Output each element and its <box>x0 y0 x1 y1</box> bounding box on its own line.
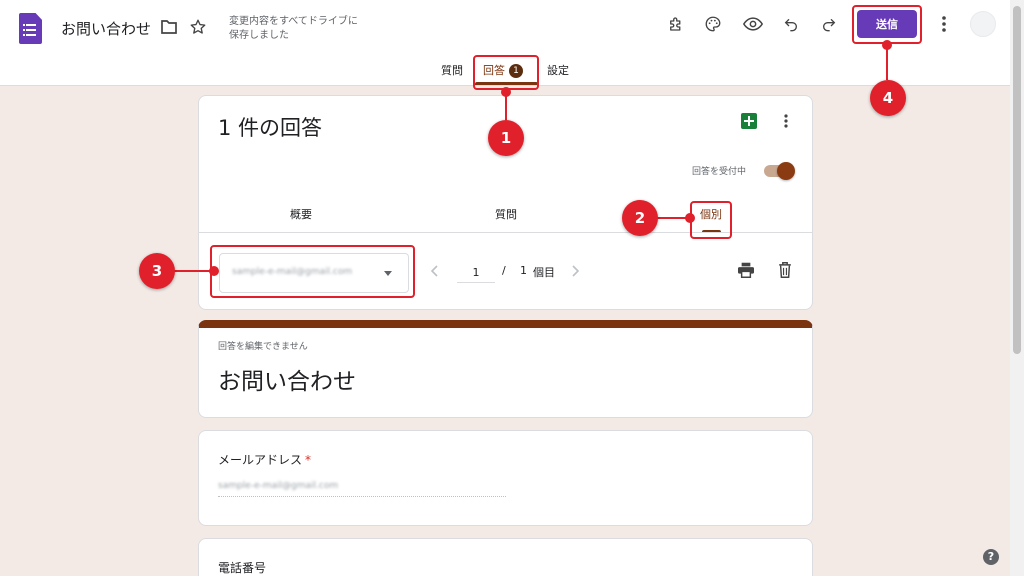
email-answer-blurred: sample-e-mail@gmail.com <box>218 481 339 491</box>
prev-response-chevron-icon[interactable] <box>431 265 439 277</box>
sheets-link-icon[interactable] <box>741 113 757 129</box>
addon-puzzle-icon[interactable] <box>667 15 685 33</box>
annotation-dot-1 <box>501 87 511 97</box>
form-header-card: 回答を編集できません お問い合わせ <box>198 320 813 418</box>
palette-icon[interactable] <box>704 15 722 33</box>
question-label: 電話番号 <box>218 561 267 575</box>
folder-icon[interactable] <box>160 19 178 35</box>
more-vert-icon[interactable] <box>936 15 952 33</box>
pager-total: 1 <box>520 264 527 277</box>
annotation-marker-3: 3 <box>139 253 175 289</box>
form-title: お問い合わせ <box>218 369 356 395</box>
forms-logo-icon[interactable] <box>19 13 42 44</box>
response-count-title: 1 件の回答 <box>218 116 323 140</box>
scrollbar-thumb[interactable] <box>1013 6 1021 354</box>
summary-more-vert-icon[interactable] <box>781 113 791 129</box>
pager-separator: / <box>502 264 506 277</box>
subtab-summary[interactable]: 概要 <box>290 206 312 222</box>
response-page-input[interactable] <box>457 263 495 283</box>
required-mark: * <box>305 453 312 467</box>
question-label: メールアドレス * <box>218 453 312 467</box>
undo-icon[interactable] <box>783 16 799 32</box>
annotation-marker-2: 2 <box>622 200 658 236</box>
annotation-line-3 <box>174 270 214 272</box>
print-icon[interactable] <box>737 262 755 278</box>
page-scrollbar[interactable] <box>1010 0 1024 576</box>
star-icon[interactable] <box>189 18 207 36</box>
tab-questions[interactable]: 質問 <box>441 62 463 78</box>
help-icon[interactable]: ? <box>983 549 999 565</box>
annotation-box-4 <box>852 5 922 44</box>
avatar[interactable] <box>970 11 996 37</box>
question-card-phone: 電話番号 <box>198 538 813 576</box>
accepting-responses-toggle[interactable] <box>764 162 795 180</box>
annotation-dot-4 <box>882 40 892 50</box>
delete-trash-icon[interactable] <box>778 262 792 278</box>
annotation-marker-4: 4 <box>870 80 906 116</box>
answer-underline <box>218 496 506 497</box>
question-card-email: メールアドレス * sample-e-mail@gmail.com <box>198 430 813 526</box>
accepting-responses-label: 回答を受付中 <box>692 167 747 177</box>
document-title[interactable]: お問い合わせ <box>61 18 151 39</box>
redo-icon[interactable] <box>821 16 837 32</box>
annotation-box-3 <box>210 245 415 298</box>
tab-settings[interactable]: 設定 <box>547 62 569 78</box>
subtab-question[interactable]: 質問 <box>495 206 517 222</box>
preview-eye-icon[interactable] <box>743 16 763 32</box>
toggle-knob <box>777 162 795 180</box>
annotation-box-1 <box>473 55 539 90</box>
annotation-box-2 <box>690 201 732 239</box>
annotation-marker-1: 1 <box>488 120 524 156</box>
readonly-note: 回答を編集できません <box>218 342 308 352</box>
annotation-dot-2 <box>685 213 695 223</box>
pager-unit: 個目 <box>533 266 555 279</box>
annotation-dot-3 <box>209 266 219 276</box>
save-status: 変更内容をすべてドライブに 保存しました <box>229 16 358 41</box>
next-response-chevron-icon[interactable] <box>571 265 579 277</box>
